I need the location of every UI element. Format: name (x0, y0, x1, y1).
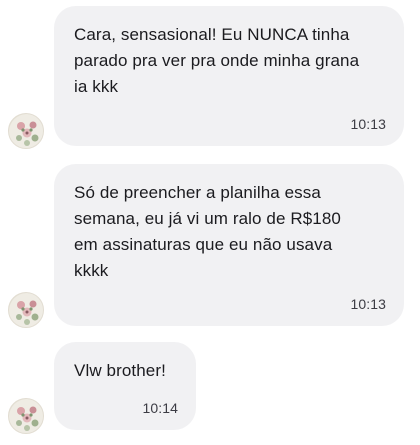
message-text: Cara, sensasional! Eu NUNCA tinha parado… (74, 25, 360, 96)
message-text: Vlw brother! (74, 361, 166, 380)
floral-avatar-icon[interactable] (8, 292, 44, 328)
message-row: Cara, sensasional! Eu NUNCA tinha parado… (0, 0, 420, 150)
message-row: Vlw brother! 10:14 (0, 338, 420, 438)
chat-thread: Cara, sensasional! Eu NUNCA tinha parado… (0, 0, 420, 445)
message-row: Só de preencher a planilha essa semana, … (0, 158, 420, 328)
message-timestamp: 10:13 (350, 296, 386, 312)
message-timestamp: 10:13 (350, 116, 386, 132)
message-bubble[interactable]: Só de preencher a planilha essa semana, … (54, 164, 404, 326)
message-text: Só de preencher a planilha essa semana, … (74, 183, 341, 280)
message-bubble[interactable]: Vlw brother! 10:14 (54, 342, 196, 430)
message-bubble[interactable]: Cara, sensasional! Eu NUNCA tinha parado… (54, 6, 404, 146)
floral-avatar-icon[interactable] (8, 398, 44, 434)
message-timestamp: 10:14 (142, 400, 178, 416)
floral-avatar-icon[interactable] (8, 113, 44, 149)
